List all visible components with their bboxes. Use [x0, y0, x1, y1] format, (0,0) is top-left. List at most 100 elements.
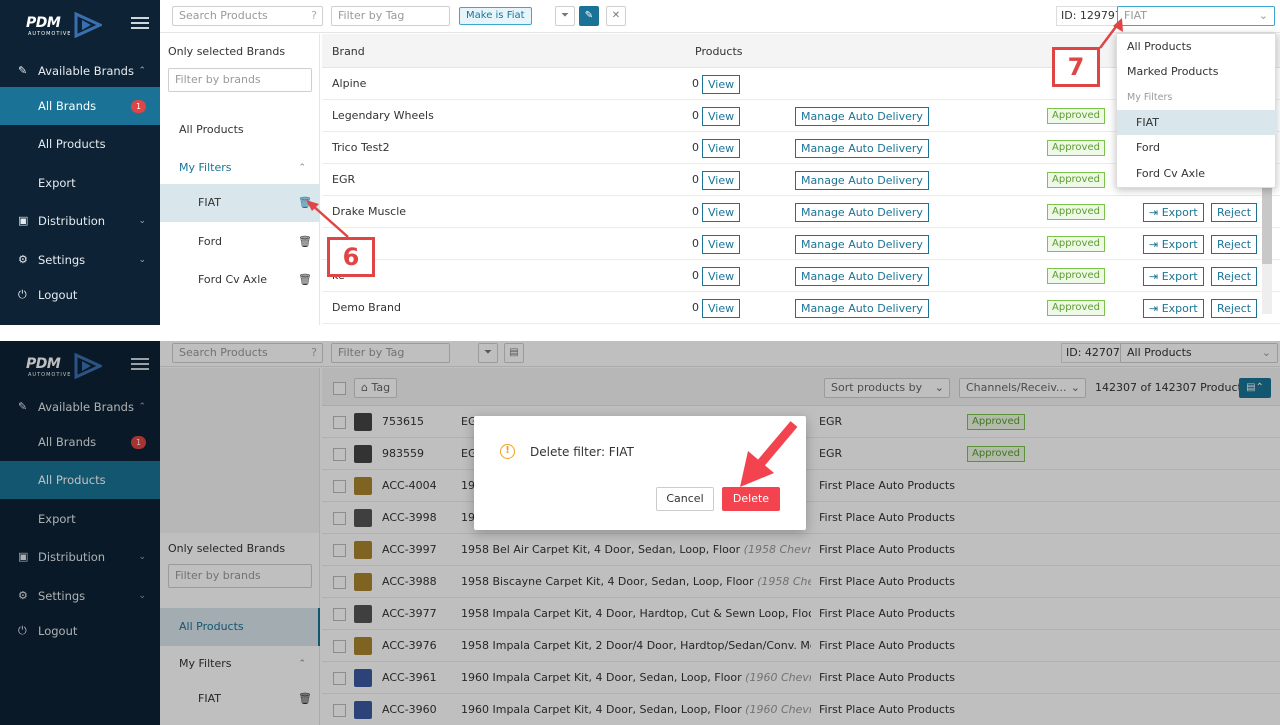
warning-icon: ! [500, 444, 515, 459]
reject-button[interactable]: Reject [1211, 299, 1258, 318]
product-count: 0 [692, 205, 699, 218]
manage-auto-delivery-button[interactable]: Manage Auto Delivery [795, 299, 929, 318]
trash-icon[interactable]: 🗑 [298, 261, 312, 299]
reject-button[interactable]: Reject [1211, 267, 1258, 286]
view-button[interactable]: View [702, 75, 741, 94]
filter-item-ford[interactable]: Ford 🗑 [160, 223, 320, 261]
view-button[interactable]: View [702, 267, 741, 286]
manage-auto-delivery-button[interactable]: Manage Auto Delivery [795, 267, 929, 286]
brands-filter-pane: Only selected Brands Filter by brands Al… [160, 34, 320, 325]
chevron-down-icon: ⌄ [1258, 9, 1268, 22]
brand-row: and 2 0 ViewManage Auto DeliveryApproved… [322, 228, 1280, 260]
product-count: 0 [692, 301, 699, 314]
notification-badge: 1 [131, 100, 146, 113]
brand-name: Alpine [332, 77, 367, 90]
filter-label: FIAT [198, 196, 221, 209]
reject-button[interactable]: Reject [1211, 203, 1258, 222]
status-badge: Approved [1047, 268, 1105, 284]
chevron-up-icon: ⌃ [138, 66, 146, 76]
nav-all-brands[interactable]: All Brands 1 [0, 87, 160, 125]
filter-item-fiat[interactable]: FIAT 🗑 [160, 184, 320, 222]
nav-all-products[interactable]: All Products [0, 125, 160, 163]
nav-distribution[interactable]: ▣ Distribution ⌄ [0, 202, 160, 240]
product-count: 0 [692, 173, 699, 186]
view-button[interactable]: View [702, 171, 741, 190]
export-label: Export [1161, 206, 1198, 219]
placeholder: Search Products [179, 9, 268, 22]
left-all-products[interactable]: All Products [160, 111, 320, 149]
status-badge: Approved [1047, 108, 1105, 124]
search-products-input[interactable]: Search Products? [172, 6, 323, 26]
view-button[interactable]: View [702, 139, 741, 158]
dropdown-fiat[interactable]: FIAT [1117, 110, 1277, 135]
nav-label: Settings [38, 253, 86, 267]
export-icon: ⇥ [1149, 270, 1162, 283]
product-count: 0 [692, 77, 699, 90]
nav-settings[interactable]: ⚙ Settings ⌄ [0, 241, 160, 279]
brand-name: EGR [332, 173, 356, 186]
export-button[interactable]: ⇥ Export [1143, 299, 1204, 318]
filter-label: Ford Cv Axle [198, 273, 268, 286]
sidebar: PDM AUTOMOTIVE ✎ Available Brands ⌃ All Br… [0, 0, 160, 325]
pointer-arrow-icon [740, 421, 798, 487]
label: My Filters [179, 161, 232, 174]
callout-7-arrow-icon [1099, 18, 1123, 49]
product-count: 0 [692, 141, 699, 154]
nav-label: Available Brands [38, 64, 134, 78]
manage-auto-delivery-button[interactable]: Manage Auto Delivery [795, 235, 929, 254]
callout-6: 6 [327, 237, 375, 277]
view-button[interactable]: View [702, 203, 741, 222]
cancel-button[interactable]: Cancel [656, 487, 714, 511]
brand-row: ke 0 ViewManage Auto DeliveryApproved⇥ E… [322, 260, 1280, 292]
filter-by-tag-input[interactable]: Filter by Tag [331, 6, 450, 26]
reject-button[interactable]: Reject [1211, 235, 1258, 254]
manage-auto-delivery-button[interactable]: Manage Auto Delivery [795, 203, 929, 222]
nav-available-brands[interactable]: ✎ Available Brands ⌃ [0, 52, 160, 90]
nav-label: All Products [38, 137, 106, 151]
col-brand: Brand [332, 45, 365, 58]
export-button[interactable]: ⇥ Export [1143, 267, 1204, 286]
view-button[interactable]: View [702, 107, 741, 126]
brand-name: Legendary Wheels [332, 109, 434, 122]
view-button[interactable]: View [702, 235, 741, 254]
brand-row: Drake Muscle 0 View Manage Auto Delivery A… [322, 196, 1280, 228]
logo-text: PDM [26, 15, 61, 31]
export-button[interactable]: ⇥ Export [1143, 203, 1204, 222]
product-count: 0 [692, 237, 699, 250]
nav-logout[interactable]: ⏻ Logout [0, 276, 160, 314]
dropdown-ford[interactable]: Ford [1117, 135, 1277, 160]
brand-row: Demo Brand 0 View Manage Auto Delivery App… [322, 292, 1280, 324]
manage-auto-delivery-button[interactable]: Manage Auto Delivery [795, 171, 929, 190]
filter-icon[interactable]: ⏷ [555, 6, 575, 26]
my-filters-header[interactable]: My Filters ⌃ [160, 149, 320, 187]
pdm-logo: PDM AUTOMOTIVE [26, 12, 106, 40]
dropdown-ford-cv-axle[interactable]: Ford Cv Axle [1117, 161, 1277, 186]
menu-toggle-icon[interactable] [131, 17, 149, 31]
clear-filter-button[interactable]: ✕ [606, 6, 626, 26]
dropdown-marked-products[interactable]: Marked Products [1117, 59, 1277, 84]
distribution-icon: ▣ [18, 214, 29, 227]
modal-backdrop[interactable] [0, 341, 1280, 725]
brand-name: Trico Test2 [332, 141, 390, 154]
manage-auto-delivery-button[interactable]: Manage Auto Delivery [795, 107, 929, 126]
nav-export[interactable]: Export [0, 164, 160, 202]
filter-select[interactable]: FIAT ⌄ [1117, 6, 1275, 26]
chevron-up-icon: ⌃ [298, 163, 306, 173]
view-button[interactable]: View [702, 299, 741, 318]
export-button[interactable]: ⇥ Export [1143, 235, 1204, 254]
filter-item-ford-cv-axle[interactable]: Ford Cv Axle 🗑 [160, 261, 320, 299]
export-icon: ⇥ [1149, 238, 1162, 251]
placeholder: Filter by Tag [338, 9, 405, 22]
product-count: 0 [692, 269, 699, 282]
only-selected-brands-label: Only selected Brands [168, 45, 286, 58]
placeholder: Filter by brands [175, 73, 261, 86]
filter-brands-input[interactable]: Filter by brands [168, 68, 312, 92]
dropdown-group-label: My Filters [1127, 92, 1173, 103]
status-badge: Approved [1047, 140, 1105, 156]
manage-auto-delivery-button[interactable]: Manage Auto Delivery [795, 139, 929, 158]
dropdown-all-products[interactable]: All Products [1117, 34, 1277, 59]
export-label: Export [1161, 302, 1198, 315]
nav-label: Distribution [38, 214, 106, 228]
edit-filter-button[interactable]: ✎ [579, 6, 599, 26]
make-is-fiat-tag[interactable]: Make is Fiat [459, 7, 532, 25]
